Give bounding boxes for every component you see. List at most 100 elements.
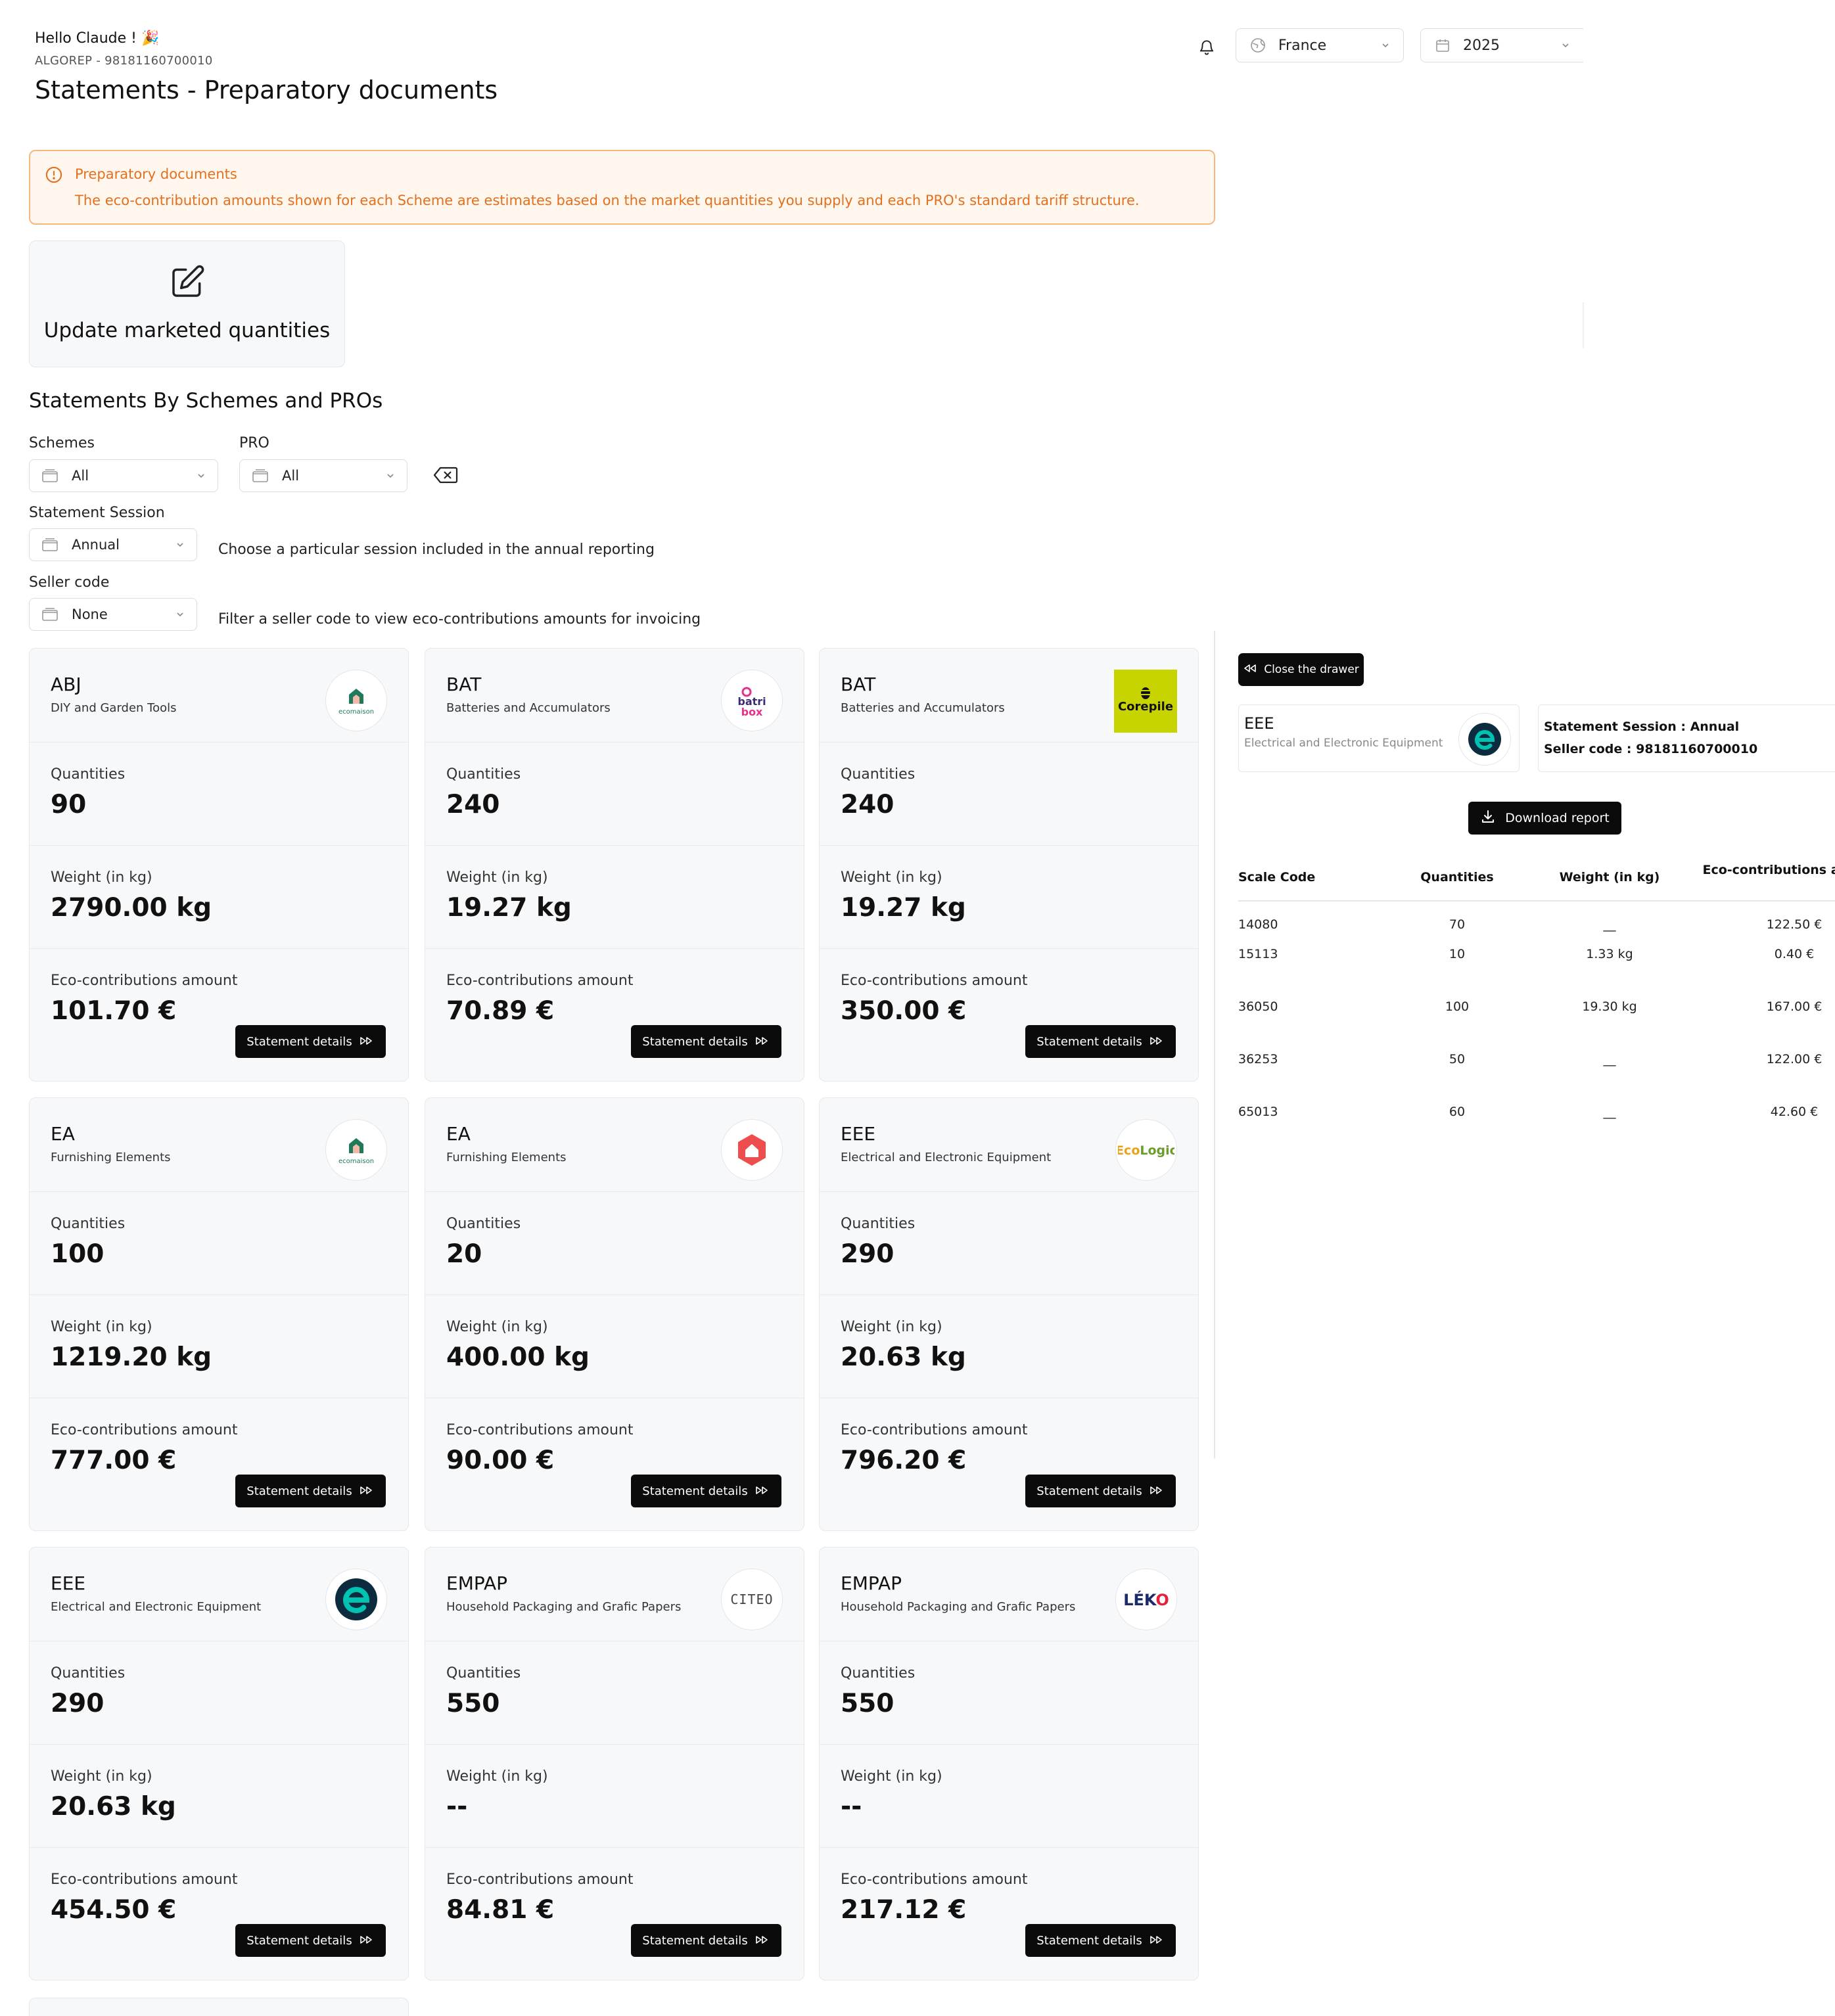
ecomaison-logo: ecomaison xyxy=(325,1119,387,1181)
card-weight-value: 19.27 kg xyxy=(446,893,572,923)
table-cell-weight: __ xyxy=(1603,1105,1616,1119)
seller-value: None xyxy=(72,607,108,622)
svg-text:ecomaison: ecomaison xyxy=(338,708,374,716)
country-select[interactable]: France xyxy=(1236,28,1404,62)
statement-details-button[interactable]: Statement details xyxy=(631,1924,781,1957)
statement-details-button[interactable]: Statement details xyxy=(235,1924,386,1957)
card-header: EA Furnishing Elements xyxy=(425,1098,804,1192)
card-amount-label: Eco-contributions amount xyxy=(51,973,238,989)
ecomaison-logo: ecomaison xyxy=(325,670,387,731)
ecosystem-e-logo xyxy=(1458,713,1511,766)
chevron-down-icon xyxy=(175,611,185,618)
scheme-card: EA Furnishing Elements Quantities 20 Weight … xyxy=(425,1097,804,1531)
house-hexagon-logo xyxy=(721,1119,783,1181)
greeting-text: Hello Claude ! 🎉 xyxy=(35,30,160,47)
statement-details-label: Statement details xyxy=(1036,1933,1142,1948)
statement-details-button[interactable]: Statement details xyxy=(631,1025,781,1058)
card-quantities-label: Quantities xyxy=(51,1216,126,1232)
fast-forward-icon xyxy=(755,1934,770,1948)
card-amount-row: Eco-contributions amount 90.00 € Statement… xyxy=(425,1398,804,1530)
statement-details-button[interactable]: Statement details xyxy=(1025,1924,1176,1957)
chevron-down-icon xyxy=(175,541,185,548)
card-quantities-value: 240 xyxy=(841,790,894,819)
statement-details-label: Statement details xyxy=(246,1484,352,1498)
card-quantities-value: 550 xyxy=(841,1689,894,1718)
schemes-value: All xyxy=(72,468,89,484)
alert-circle-icon xyxy=(45,166,63,184)
card-amount-label: Eco-contributions amount xyxy=(446,973,634,989)
card-scheme-description: Furnishing Elements xyxy=(51,1151,171,1164)
session-select[interactable]: Annual xyxy=(29,528,197,561)
card-scheme: ABJ xyxy=(51,674,81,695)
table-cell-code: 36050 xyxy=(1238,999,1278,1014)
fast-forward-icon xyxy=(359,1484,375,1498)
statement-details-label: Statement details xyxy=(642,1933,748,1948)
seller-select[interactable]: None xyxy=(29,598,197,631)
card-amount-label: Eco-contributions amount xyxy=(51,1422,238,1438)
fast-forward-icon xyxy=(1149,1484,1165,1498)
card-header: BAT Batteries and Accumulators batri box xyxy=(425,649,804,743)
card-amount-label: Eco-contributions amount xyxy=(841,1422,1028,1438)
info-alert: Preparatory documents The eco-contributi… xyxy=(29,150,1215,225)
th-amount: Eco-contributions amount xyxy=(1702,863,1835,877)
pro-select[interactable]: All xyxy=(239,459,407,492)
statement-details-button[interactable]: Statement details xyxy=(235,1025,386,1058)
corepile-logo: Corepile xyxy=(1114,670,1177,733)
card-weight-value: -- xyxy=(446,1792,468,1821)
card-quantities-label: Quantities xyxy=(841,766,916,783)
card-weight-row: Weight (in kg) 19.27 kg xyxy=(425,846,804,949)
scheme-card-partial xyxy=(29,1998,409,2016)
chevron-down-icon xyxy=(197,472,206,479)
statement-details-button[interactable]: Statement details xyxy=(631,1475,781,1507)
card-amount-value: 454.50 € xyxy=(51,1895,177,1925)
card-quantities-value: 20 xyxy=(446,1239,482,1269)
globe-icon xyxy=(1249,37,1266,54)
card-weight-row: Weight (in kg) -- xyxy=(425,1745,804,1848)
statement-details-label: Statement details xyxy=(642,1484,748,1498)
svg-text:ecomaison: ecomaison xyxy=(338,1158,374,1165)
card-weight-row: Weight (in kg) 2790.00 kg xyxy=(30,846,408,949)
page-title: Statements - Preparatory documents xyxy=(35,76,498,104)
statement-details-button[interactable]: Statement details xyxy=(1025,1025,1176,1058)
card-header: ABJ DIY and Garden Tools ecomaison xyxy=(30,649,408,743)
card-quantities-row: Quantities 20 xyxy=(425,1192,804,1295)
folder-icon xyxy=(41,538,60,552)
table-cell-quantities: 10 xyxy=(1449,947,1466,961)
card-quantities-row: Quantities 290 xyxy=(820,1192,1198,1295)
bell-icon[interactable] xyxy=(1195,35,1219,59)
card-quantities-value: 290 xyxy=(841,1239,894,1269)
scheme-card: ABJ DIY and Garden Tools ecomaison Quantiti… xyxy=(29,648,409,1082)
close-drawer-button[interactable]: Close the drawer xyxy=(1238,653,1364,686)
card-amount-label: Eco-contributions amount xyxy=(51,1871,238,1888)
chevron-down-icon xyxy=(1381,42,1390,49)
country-value: France xyxy=(1278,37,1327,54)
table-cell-amount: 167.00 € xyxy=(1766,999,1823,1014)
card-amount-row: Eco-contributions amount 70.89 € Statement… xyxy=(425,949,804,1080)
chevron-down-icon xyxy=(386,472,395,479)
fast-forward-icon xyxy=(359,1035,375,1049)
drawer-seller-code: Seller code : 98181160700010 xyxy=(1544,742,1758,756)
card-scheme: BAT xyxy=(841,674,876,695)
card-header: EEE Electrical and Electronic Equipment xyxy=(30,1547,408,1641)
drawer-scheme-description: Electrical and Electronic Equipment xyxy=(1244,737,1443,750)
card-weight-value: -- xyxy=(841,1792,862,1821)
scheme-card: EMPAP Household Packaging and Grafic Pape… xyxy=(425,1547,804,1981)
card-amount-row: Eco-contributions amount 777.00 € Statemen… xyxy=(30,1398,408,1530)
th-quantities: Quantities xyxy=(1420,870,1494,884)
schemes-select[interactable]: All xyxy=(29,459,218,492)
calendar-icon xyxy=(1434,37,1451,54)
statement-details-button[interactable]: Statement details xyxy=(235,1475,386,1507)
card-amount-value: 84.81 € xyxy=(446,1895,555,1925)
table-cell-quantities: 60 xyxy=(1449,1105,1466,1119)
card-amount-value: 101.70 € xyxy=(51,996,177,1026)
update-quantities-card[interactable]: Update marketed quantities xyxy=(29,241,345,367)
table-cell-amount: 42.60 € xyxy=(1770,1105,1819,1119)
statement-details-label: Statement details xyxy=(246,1933,352,1948)
clear-filters-icon[interactable] xyxy=(432,464,459,486)
card-scheme: EA xyxy=(51,1123,75,1145)
citeo-logo: CITEO xyxy=(721,1569,783,1630)
card-amount-value: 70.89 € xyxy=(446,996,555,1026)
year-select[interactable]: 2025 xyxy=(1420,28,1583,62)
download-report-button[interactable]: Download report xyxy=(1468,802,1621,835)
statement-details-button[interactable]: Statement details xyxy=(1025,1475,1176,1507)
